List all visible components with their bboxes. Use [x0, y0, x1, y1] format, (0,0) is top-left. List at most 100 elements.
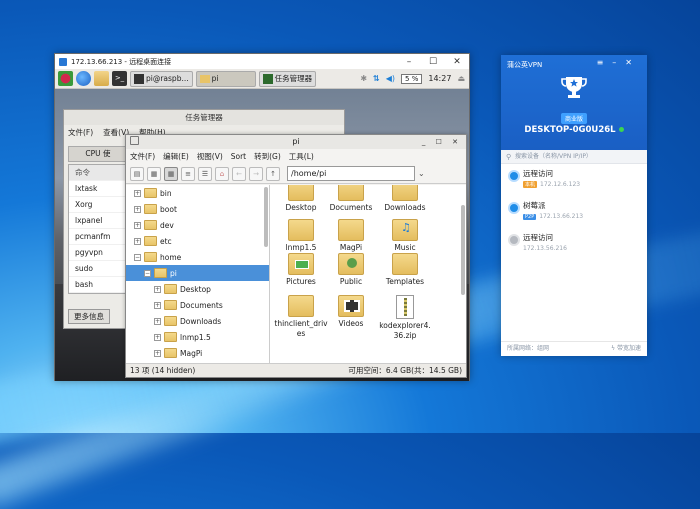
folder-icon [164, 348, 177, 358]
bluetooth-icon[interactable]: ✱ [360, 74, 367, 83]
process-row[interactable]: Xorg [69, 197, 125, 213]
process-row[interactable]: sudo [69, 261, 125, 277]
raspberry-menu-icon[interactable] [58, 71, 73, 86]
video-folder-icon [338, 295, 364, 317]
menu-sort[interactable]: Sort [231, 152, 246, 161]
expander-icon[interactable]: + [134, 237, 141, 245]
file-item-label: Public [339, 277, 363, 286]
bandwidth-accel-button[interactable]: ϟ 带宽加速 [611, 342, 641, 356]
tree-label: bin [160, 188, 172, 198]
tree-row[interactable]: + dev [126, 217, 269, 233]
close-button[interactable]: ✕ [445, 57, 469, 67]
browser-icon[interactable] [76, 71, 91, 86]
process-row[interactable]: pgyvpn [69, 245, 125, 261]
list-view-icon[interactable]: ☰ [198, 166, 212, 181]
path-input[interactable]: /home/pi [287, 166, 415, 181]
folder-icon [144, 188, 157, 198]
tree-row[interactable]: + Downloads [126, 313, 269, 329]
tree-row[interactable]: + Documents [126, 297, 269, 313]
file-item[interactable]: Downloads [378, 185, 432, 213]
vpn-header: 蒲公英VPN ≡–✕ 商业版 DESKTOP-0G0U26L [501, 55, 647, 150]
path-dropdown-icon[interactable]: ⌄ [418, 169, 425, 178]
network-icon[interactable]: ⇅ [373, 74, 380, 83]
tree-row[interactable]: + etc [126, 233, 269, 249]
file-item[interactable]: Desktop [274, 185, 328, 213]
expander-icon[interactable]: + [154, 333, 161, 341]
process-row[interactable]: lxtask [69, 181, 125, 197]
side-pane-icon[interactable]: ▤ [130, 166, 144, 181]
file-item[interactable]: thinclient_drives [274, 295, 328, 339]
vpn-window-controls[interactable]: ≡–✕ [597, 58, 641, 67]
up-icon[interactable]: ↑ [266, 166, 280, 181]
menu-tools[interactable]: 工具(L) [289, 151, 314, 162]
file-item-label: MagPi [339, 243, 363, 252]
taskbar-app-folder[interactable]: pi [195, 70, 256, 87]
expander-icon[interactable]: − [134, 253, 141, 261]
tree-row[interactable]: + MagPi [126, 345, 269, 361]
eject-icon[interactable]: ⏏ [457, 74, 465, 83]
home-icon[interactable]: ⌂ [215, 166, 229, 181]
file-item[interactable]: Templates [378, 253, 432, 287]
taskbar-app-task-manager[interactable]: 任务管理器 [258, 70, 317, 87]
menu-file[interactable]: 文件(F) [130, 151, 155, 162]
file-item[interactable]: Public [324, 253, 378, 287]
expander-icon[interactable]: − [144, 269, 151, 277]
tree-row[interactable]: − pi [126, 265, 269, 281]
process-row[interactable]: lxpanel [69, 213, 125, 229]
expander-icon[interactable]: + [154, 301, 161, 309]
file-item[interactable]: Pictures [274, 253, 328, 287]
file-item[interactable]: MagPi [324, 219, 378, 253]
file-manager-icon[interactable] [94, 71, 109, 86]
file-item[interactable]: Videos [324, 295, 378, 329]
minimize-button[interactable]: – [397, 57, 421, 67]
device-item[interactable]: 树莓派 P2P 172.13.66.213 [501, 196, 647, 228]
music-folder-icon: ♫ [392, 219, 418, 241]
maximize-button[interactable]: ☐ [421, 57, 445, 67]
column-header-command[interactable]: 命令 [69, 165, 125, 181]
expander-icon[interactable]: + [154, 317, 161, 325]
menu-file[interactable]: 文件(F) [68, 127, 93, 138]
menu-edit[interactable]: 编辑(E) [163, 151, 189, 162]
device-search-input[interactable]: ⚲ 搜索设备（名称/VPN IP/IP） [501, 150, 647, 164]
file-item[interactable]: kodexplorer4.36.zip [378, 295, 432, 341]
menu-view[interactable]: 视图(V) [197, 151, 223, 162]
expander-icon[interactable]: + [134, 189, 141, 197]
expander-icon[interactable]: + [134, 221, 141, 229]
expander-icon[interactable]: + [154, 285, 161, 293]
file-item[interactable]: Documents [324, 185, 378, 213]
window-menu-icon[interactable] [130, 136, 139, 145]
file-item-label: thinclient_drives [274, 319, 328, 338]
volume-icon[interactable]: ◀) [386, 74, 395, 83]
file-item[interactable]: ♫ Music [378, 219, 432, 253]
window-controls[interactable]: _ ☐ ✕ [422, 135, 462, 149]
tab-cpu[interactable]: CPU 使 [68, 146, 128, 162]
tree-row[interactable]: + Desktop [126, 281, 269, 297]
taskbar-app-terminal[interactable]: pi@raspb... [130, 70, 193, 87]
file-item-label: Pictures [286, 277, 316, 286]
expander-icon[interactable]: + [154, 349, 161, 357]
device-item[interactable]: 远程访问 本机 172.12.6.123 [501, 164, 647, 196]
file-item[interactable]: lnmp1.5 [274, 219, 328, 253]
expander-icon[interactable]: + [134, 205, 141, 213]
terminal-icon[interactable]: >_ [112, 71, 127, 86]
icon-view-icon[interactable]: ▦ [147, 166, 161, 181]
file-item-label: Downloads [384, 203, 426, 212]
folder-icon [392, 185, 418, 201]
tree-row[interactable]: + boot [126, 201, 269, 217]
tree-label: lnmp1.5 [180, 332, 211, 342]
more-info-button[interactable]: 更多信息 [68, 309, 110, 324]
tree-row[interactable]: − home [126, 249, 269, 265]
process-row[interactable]: pcmanfm [69, 229, 125, 245]
icon-view-scrollbar[interactable] [461, 205, 465, 295]
process-list: 命令 lxtask Xorg lxpanel pcmanfm pgyvpn su… [68, 164, 126, 294]
online-status-dot [618, 127, 624, 132]
device-item[interactable]: 远程访问 172.13.56.216 [501, 228, 647, 260]
tree-row[interactable]: + bin [126, 185, 269, 201]
compact-view-icon[interactable]: ≡ [181, 166, 195, 181]
tree-row[interactable]: + lnmp1.5 [126, 329, 269, 345]
menu-go[interactable]: 转到(G) [254, 151, 281, 162]
forward-icon[interactable]: → [249, 166, 263, 181]
back-icon[interactable]: ← [232, 166, 246, 181]
process-row[interactable]: bash [69, 277, 125, 293]
thumbnail-view-icon[interactable]: ▦ [164, 166, 178, 181]
